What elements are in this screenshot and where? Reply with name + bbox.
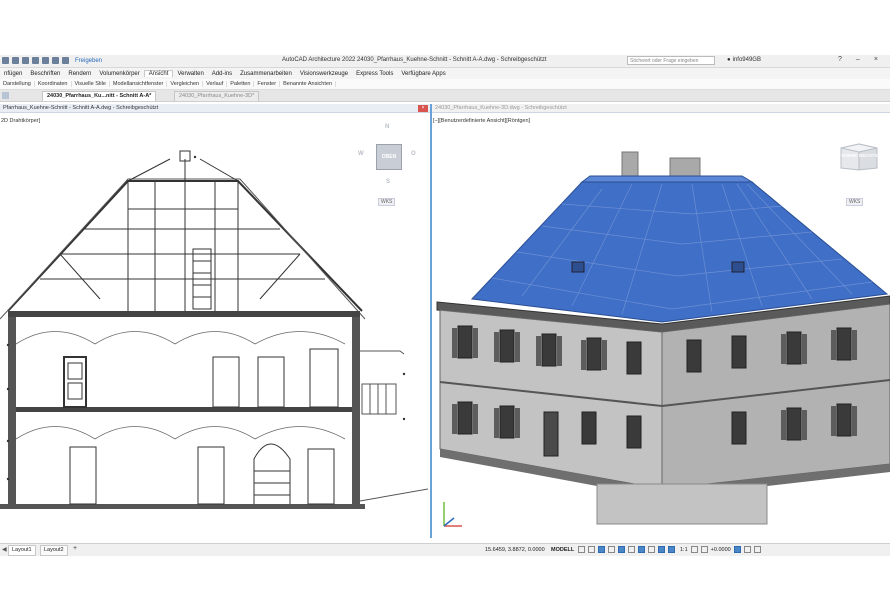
- annotation-visibility-icon[interactable]: [668, 546, 675, 553]
- panel-fenster[interactable]: Fenster: [254, 81, 281, 87]
- tab-express-tools[interactable]: Express Tools: [352, 71, 397, 77]
- save-icon[interactable]: [22, 57, 29, 64]
- right-viewport-header: 24030_Pfarrhaus_Kuehne-3D.dwg - Schreibg…: [432, 104, 890, 113]
- tab-volumenkoerper[interactable]: Volumenkörper: [95, 71, 143, 77]
- close-icon[interactable]: ×: [418, 105, 428, 112]
- help-button[interactable]: ?: [838, 56, 842, 63]
- share-button[interactable]: Freigeben: [75, 58, 102, 64]
- panel-paletten[interactable]: Paletten: [227, 81, 255, 87]
- right-viewport[interactable]: 24030_Pfarrhaus_Kuehne-3D.dwg - Schreibg…: [432, 104, 890, 538]
- coordinate-readout: 15.6459, 3.8872, 0.0000: [485, 547, 545, 553]
- panel-visuelle-stile[interactable]: Visuelle Stile: [72, 81, 110, 87]
- tab-verwalten[interactable]: Verwalten: [173, 71, 207, 77]
- window-buttons: ? – ×: [838, 56, 878, 63]
- add-layout-icon[interactable]: +: [73, 545, 77, 552]
- app-menu-icon[interactable]: [2, 92, 9, 99]
- close-icon[interactable]: ×: [874, 56, 878, 63]
- open-icon[interactable]: [12, 57, 19, 64]
- annotation-scale-icon[interactable]: [658, 546, 665, 553]
- house-3d-view: [436, 151, 890, 525]
- tab-einfuegen[interactable]: nfügen: [0, 71, 26, 77]
- title-bar: Freigeben AutoCAD Architecture 2022 2403…: [0, 55, 890, 68]
- panel-verlauf[interactable]: Verlauf: [203, 81, 228, 87]
- visual-style-label[interactable]: 2D Drahtkörper]: [1, 118, 40, 124]
- grid-icon[interactable]: [578, 546, 585, 553]
- user-account[interactable]: ● info949GB: [727, 57, 761, 63]
- dynamic-input-icon[interactable]: [638, 546, 645, 553]
- print-icon[interactable]: [42, 57, 49, 64]
- user-name: info949GB: [732, 57, 761, 63]
- status-bar: ◀ Layout1 Layout2 + 15.6459, 3.8872, 0.0…: [0, 543, 890, 556]
- ribbon-tabs: nfügen Beschriften Rendern Volumenkörper…: [0, 68, 890, 79]
- left-viewport-header: Pfarrhaus_Kuehne-Schnitt - Schnitt A-A.d…: [0, 104, 430, 113]
- doc-tab-3d[interactable]: 24030_Pfarrhaus_Kuehne-3D*: [174, 91, 260, 101]
- view-controls-label[interactable]: [−][Benutzerdefinierte Ansicht][Röntgen]: [433, 118, 530, 124]
- search-input[interactable]: Stichwort oder Frage eingeben: [627, 56, 715, 65]
- tab-rendern[interactable]: Rendern: [64, 71, 95, 77]
- redo-icon[interactable]: [62, 57, 69, 64]
- plus-icon[interactable]: [700, 546, 708, 553]
- section-drawing: [0, 150, 428, 509]
- offset-value: +0.0000: [710, 546, 731, 553]
- status-toggles: 1:1 +0.0000: [578, 546, 761, 553]
- tab-ansicht[interactable]: Ansicht: [143, 70, 174, 77]
- scale-display[interactable]: 1:1: [680, 547, 688, 553]
- customize-icon[interactable]: [753, 546, 761, 553]
- lineweight-icon[interactable]: [648, 546, 655, 553]
- ortho-icon[interactable]: [598, 546, 605, 553]
- panel-koordinaten[interactable]: Koordinaten: [35, 81, 72, 87]
- tab-visionswerkzeuge[interactable]: Visionswerkzeuge: [296, 71, 352, 77]
- panel-modellansichtfenster[interactable]: Modellansichtfenster: [110, 81, 168, 87]
- quick-access-toolbar: Freigeben: [2, 57, 102, 64]
- panel-benannte-ansichten[interactable]: Benannte Ansichten: [280, 81, 336, 87]
- fullscreen-icon[interactable]: [743, 546, 751, 553]
- layout-tab-1[interactable]: Layout1: [8, 545, 36, 556]
- tab-zusammenarbeiten[interactable]: Zusammenarbeiten: [236, 71, 296, 77]
- tab-addins[interactable]: Add-ins: [208, 71, 236, 77]
- model-space-toggle[interactable]: MODELL: [551, 547, 574, 553]
- layout-nav-icon[interactable]: ◀: [2, 546, 7, 553]
- gear-icon[interactable]: [690, 546, 698, 553]
- document-tabs: 24030_Pfarrhaus_Ku...nitt - Schnitt A-A*…: [0, 90, 890, 102]
- otrack-icon[interactable]: [628, 546, 635, 553]
- ucs-icon: [443, 502, 462, 527]
- panel-vergleichen[interactable]: Vergleichen: [167, 81, 204, 87]
- minimize-icon[interactable]: –: [856, 56, 860, 63]
- new-icon[interactable]: [2, 57, 9, 64]
- tab-verfuegbare-apps[interactable]: Verfügbare Apps: [397, 71, 449, 77]
- save-as-icon[interactable]: [32, 57, 39, 64]
- user-icon: ●: [727, 57, 731, 63]
- left-viewport[interactable]: Pfarrhaus_Kuehne-Schnitt - Schnitt A-A.d…: [0, 104, 432, 538]
- undo-icon[interactable]: [52, 57, 59, 64]
- panel-darstellung[interactable]: Darstellung: [0, 81, 35, 87]
- doc-tab-schnitt[interactable]: 24030_Pfarrhaus_Ku...nitt - Schnitt A-A*: [42, 91, 157, 101]
- snap-icon[interactable]: [588, 546, 595, 553]
- isolate-icon[interactable]: [733, 546, 741, 553]
- layout-tab-2[interactable]: Layout2: [40, 545, 68, 556]
- tab-beschriften[interactable]: Beschriften: [26, 71, 64, 77]
- window-title: AutoCAD Architecture 2022 24030_Pfarrhau…: [282, 57, 547, 63]
- osnap-icon[interactable]: [618, 546, 625, 553]
- polar-icon[interactable]: [608, 546, 615, 553]
- ribbon-panels: Darstellung Koordinaten Visuelle Stile M…: [0, 79, 890, 90]
